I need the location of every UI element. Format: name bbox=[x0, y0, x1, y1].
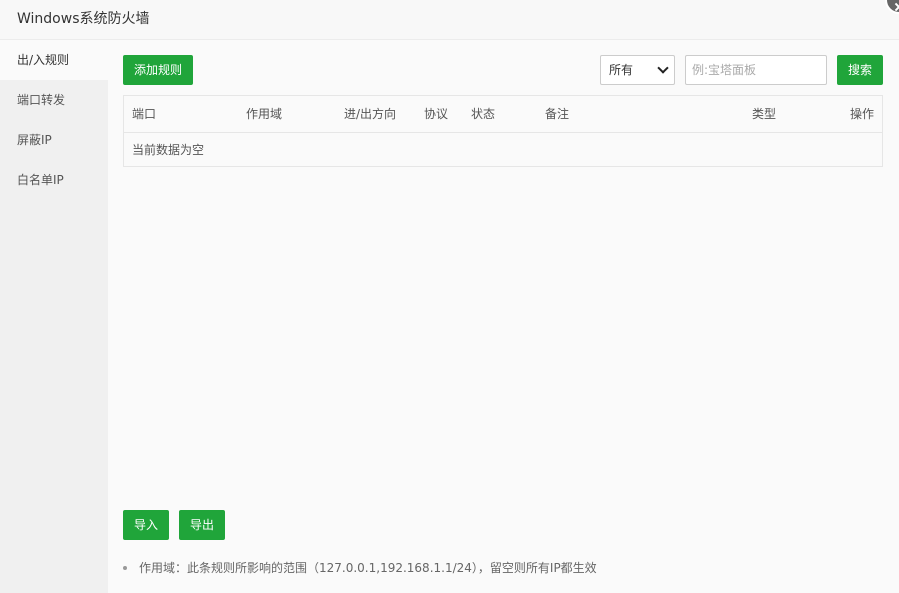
column-header-status: 状态 bbox=[471, 107, 496, 121]
search-button[interactable]: 搜索 bbox=[837, 55, 883, 85]
column-header-type: 类型 bbox=[752, 107, 777, 121]
help-tip: 作用域：此条规则所影响的范围（127.0.0.1,192.168.1.1/24）… bbox=[123, 559, 597, 577]
column-header-protocol: 协议 bbox=[424, 107, 449, 121]
import-button[interactable]: 导入 bbox=[123, 510, 169, 540]
bullet-icon bbox=[123, 565, 127, 570]
add-rule-button[interactable]: 添加规则 bbox=[123, 55, 193, 85]
sidebar: 出/入规则 端口转发 屏蔽IP 白名单IP bbox=[0, 40, 108, 593]
sidebar-item-port-forward[interactable]: 端口转发 bbox=[0, 80, 108, 120]
chevron-down-icon bbox=[657, 62, 669, 74]
help-tip-text: 作用域：此条规则所影响的范围（127.0.0.1,192.168.1.1/24）… bbox=[139, 561, 597, 575]
column-header-scope: 作用域 bbox=[246, 107, 283, 121]
sidebar-item-rules[interactable]: 出/入规则 bbox=[0, 40, 108, 80]
search-input[interactable] bbox=[685, 55, 827, 85]
sidebar-item-whitelist-ip[interactable]: 白名单IP bbox=[0, 160, 108, 200]
scope-select-value: 所有 bbox=[609, 63, 634, 77]
window-titlebar: Windows系统防火墙 bbox=[0, 0, 899, 40]
rules-table: 端口 作用域 进/出方向 协议 状态 备注 类型 操作 当前数据为空 bbox=[123, 95, 883, 167]
table-empty-message: 当前数据为空 bbox=[132, 143, 205, 157]
main-panel: 添加规则 所有 搜索 端口 作用域 进/出方向 协议 状态 备注 类型 操作 当… bbox=[108, 40, 899, 593]
column-header-remark: 备注 bbox=[545, 107, 570, 121]
column-header-direction: 进/出方向 bbox=[344, 107, 397, 121]
scope-select[interactable]: 所有 bbox=[600, 55, 675, 85]
window-title: Windows系统防火墙 bbox=[17, 11, 150, 27]
column-header-port: 端口 bbox=[132, 107, 157, 121]
export-button[interactable]: 导出 bbox=[179, 510, 225, 540]
column-header-actions: 操作 bbox=[850, 107, 875, 121]
sidebar-item-block-ip[interactable]: 屏蔽IP bbox=[0, 120, 108, 160]
table-header: 端口 作用域 进/出方向 协议 状态 备注 类型 操作 bbox=[124, 96, 882, 133]
